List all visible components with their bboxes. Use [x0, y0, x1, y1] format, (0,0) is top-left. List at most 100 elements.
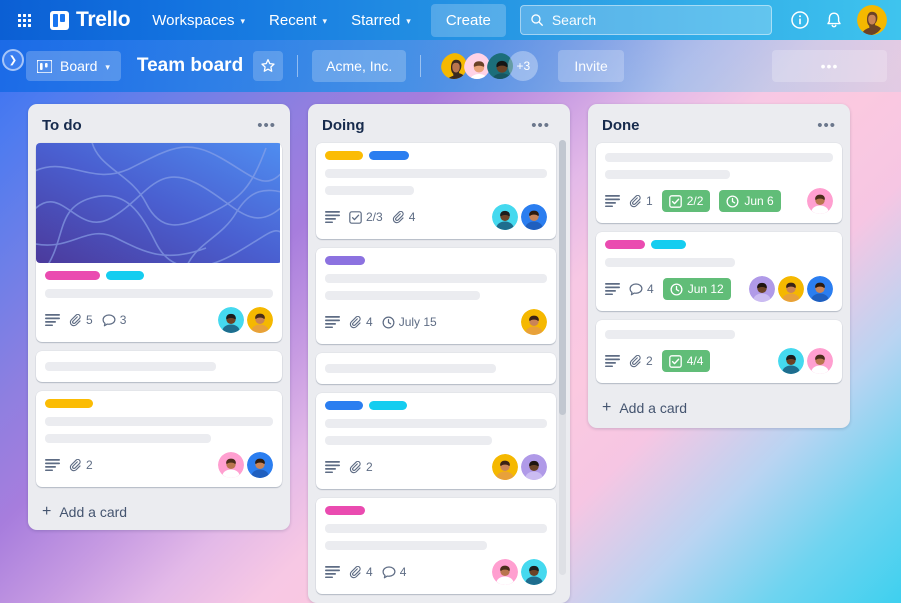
grid-apps-icon[interactable] — [10, 6, 38, 34]
member-avatar[interactable] — [492, 454, 518, 480]
member-avatar[interactable] — [521, 204, 547, 230]
attachment-count: 1 — [646, 194, 653, 208]
scrollbar-thumb[interactable] — [559, 140, 566, 415]
card[interactable]: 4 July 15 — [316, 248, 556, 344]
checklist-badge: 2/3 — [349, 210, 383, 224]
nav-workspaces[interactable]: Workspaces ▾ — [142, 5, 255, 36]
card[interactable]: 2 4/4 — [596, 320, 842, 383]
board-view-label: Board — [60, 58, 98, 74]
member-avatar[interactable] — [218, 307, 244, 333]
ellipsis-icon: ••• — [820, 58, 839, 74]
label-pink[interactable] — [45, 271, 100, 280]
clock-icon — [726, 194, 739, 208]
label-cyan[interactable] — [651, 240, 686, 249]
card-badges: 2/3 4 — [325, 204, 547, 230]
board-view-switcher[interactable]: Board ▾ — [26, 51, 121, 81]
invite-button[interactable]: Invite — [558, 50, 624, 82]
card-members — [492, 559, 547, 585]
member-avatar[interactable] — [247, 452, 273, 478]
attachment-count: 4 — [366, 315, 373, 329]
card[interactable]: 2/3 4 — [316, 143, 556, 239]
label-cyan[interactable] — [106, 271, 144, 280]
member-avatar[interactable] — [778, 348, 804, 374]
card-title-placeholder — [325, 291, 481, 300]
list-menu-button[interactable]: ••• — [257, 118, 276, 133]
card-labels — [325, 506, 547, 515]
attachment-badge: 2 — [629, 354, 653, 368]
member-avatar[interactable] — [778, 276, 804, 302]
list-title: Done — [602, 117, 640, 134]
member-avatar[interactable] — [807, 276, 833, 302]
due-date-complete-badge: Jun 12 — [662, 278, 731, 300]
member-avatar[interactable] — [749, 276, 775, 302]
attachment-icon — [69, 313, 81, 326]
list-menu-button[interactable]: ••• — [531, 118, 550, 133]
card-badges: 5 3 — [45, 307, 273, 333]
checklist-icon — [349, 210, 362, 224]
nav-starred[interactable]: Starred ▾ — [341, 5, 421, 36]
trello-logo-home-button[interactable]: Trello — [44, 4, 138, 36]
due-date-complete-badge: Jun 6 — [719, 190, 781, 212]
card[interactable]: 2 — [36, 391, 282, 487]
label-yellow[interactable] — [45, 399, 93, 408]
board-view-icon — [37, 59, 52, 73]
create-button[interactable]: Create — [430, 3, 506, 37]
card[interactable]: 1 2/2 Jun 6 — [596, 143, 842, 223]
attachment-count: 2 — [646, 354, 653, 368]
add-card-to-do[interactable]: + Add a card — [36, 496, 282, 526]
topnav-actions — [789, 5, 891, 35]
star-board-button[interactable] — [253, 51, 284, 81]
member-avatar[interactable] — [218, 452, 244, 478]
card[interactable]: 4 Jun 12 — [596, 232, 842, 311]
search-input[interactable]: Search — [519, 5, 772, 35]
nav-recent[interactable]: Recent ▾ — [259, 5, 337, 36]
card-badges: 2 — [45, 452, 273, 478]
card[interactable]: 4 4 — [316, 498, 556, 594]
member-avatar[interactable] — [807, 188, 833, 214]
card-members — [218, 307, 273, 333]
label-purple[interactable] — [325, 256, 365, 265]
organization-chip[interactable]: Acme, Inc. — [312, 50, 407, 82]
list-menu-button[interactable]: ••• — [817, 118, 836, 133]
attachment-badge: 1 — [629, 194, 653, 208]
card-title-placeholder — [605, 330, 735, 339]
card-title-placeholder — [325, 524, 547, 533]
member-avatar[interactable] — [492, 559, 518, 585]
label-blue[interactable] — [325, 401, 363, 410]
card[interactable]: 5 3 — [36, 143, 282, 342]
card-members — [492, 204, 547, 230]
member-avatar[interactable] — [247, 307, 273, 333]
label-cyan[interactable] — [369, 401, 407, 410]
label-blue[interactable] — [369, 151, 409, 160]
trello-app: Trello Workspaces ▾ Recent ▾ Starred ▾ C… — [0, 0, 901, 603]
members-overflow-badge[interactable]: +3 — [508, 51, 539, 81]
member-avatar[interactable] — [492, 204, 518, 230]
member-avatar[interactable] — [521, 309, 547, 335]
card[interactable]: 2 — [316, 393, 556, 489]
checklist-count: 2/3 — [366, 210, 383, 224]
label-pink[interactable] — [605, 240, 645, 249]
label-pink[interactable] — [325, 506, 365, 515]
list-scrollbar[interactable] — [559, 140, 566, 575]
card-title-placeholder — [605, 258, 735, 267]
member-avatar[interactable] — [521, 454, 547, 480]
chevron-down-icon: ▾ — [240, 15, 246, 26]
add-card-done[interactable]: + Add a card — [596, 392, 842, 422]
member-avatar[interactable] — [521, 559, 547, 585]
card[interactable] — [316, 353, 556, 384]
member-avatar[interactable] — [807, 348, 833, 374]
due-date-text: Jun 12 — [687, 282, 724, 296]
list-to-do: To do ••• 5 3 2 + Add a card — [28, 104, 290, 530]
notification-bell-icon[interactable] — [823, 9, 845, 31]
attachment-badge: 2 — [69, 458, 93, 472]
sidebar-expand-toggle[interactable]: ❯ — [2, 49, 24, 71]
list-header: To do ••• — [36, 112, 282, 143]
card[interactable] — [36, 351, 282, 382]
board-menu-button[interactable]: ••• — [772, 50, 887, 82]
add-card-label: Add a card — [619, 400, 688, 416]
label-yellow[interactable] — [325, 151, 363, 160]
info-circle-icon[interactable] — [789, 9, 811, 31]
card-badges: 1 2/2 Jun 6 — [605, 188, 833, 214]
attachment-count: 5 — [86, 313, 93, 327]
user-avatar[interactable] — [857, 5, 887, 35]
